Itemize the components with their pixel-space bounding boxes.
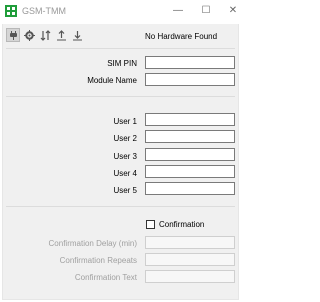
green-grid-icon — [5, 5, 17, 17]
user-1-field[interactable] — [145, 113, 235, 126]
plug-icon — [9, 30, 17, 40]
user-4-label: User 4 — [113, 169, 137, 178]
confirmation-delay-field[interactable] — [145, 236, 235, 249]
divider — [6, 206, 235, 207]
user-1-label: User 1 — [113, 117, 137, 126]
gear-icon — [23, 29, 35, 41]
user-2-field[interactable] — [145, 130, 235, 143]
confirmation-checkbox-label[interactable]: Confirmation — [159, 220, 204, 229]
plug-button[interactable] — [6, 28, 20, 42]
module-name-label: Module Name — [87, 76, 137, 85]
sort-button[interactable] — [38, 28, 52, 42]
download-icon — [72, 30, 82, 40]
sim-pin-field[interactable] — [145, 56, 235, 69]
close-button[interactable]: ✕ — [223, 3, 243, 19]
hardware-status: No Hardware Found — [145, 32, 218, 41]
confirmation-checkbox[interactable] — [146, 220, 155, 229]
settings-button[interactable] — [22, 28, 36, 42]
download-button[interactable] — [70, 28, 84, 42]
user-2-label: User 2 — [113, 134, 137, 143]
divider — [6, 96, 235, 97]
confirmation-text-field[interactable] — [145, 270, 235, 283]
confirmation-text-label: Confirmation Text — [74, 273, 137, 282]
confirmation-repeats-field[interactable] — [145, 253, 235, 266]
title-bar[interactable]: GSM-TMM — ☐ ✕ — [0, 0, 241, 24]
user-3-field[interactable] — [145, 148, 235, 161]
user-5-label: User 5 — [113, 186, 137, 195]
user-4-field[interactable] — [145, 165, 235, 178]
sim-pin-label: SIM PIN — [107, 59, 137, 68]
maximize-button[interactable]: ☐ — [196, 3, 216, 19]
user-5-field[interactable] — [145, 182, 235, 195]
confirmation-repeats-label: Confirmation Repeats — [59, 256, 137, 265]
confirmation-delay-label: Confirmation Delay (min) — [48, 239, 137, 248]
user-3-label: User 3 — [113, 152, 137, 161]
upload-icon — [56, 29, 66, 40]
window-title: GSM-TMM — [22, 6, 66, 16]
sort-arrows-icon — [40, 29, 50, 41]
minimize-button[interactable]: — — [168, 3, 188, 19]
module-name-field[interactable] — [145, 73, 235, 86]
divider — [6, 48, 235, 49]
upload-button[interactable] — [54, 28, 68, 42]
